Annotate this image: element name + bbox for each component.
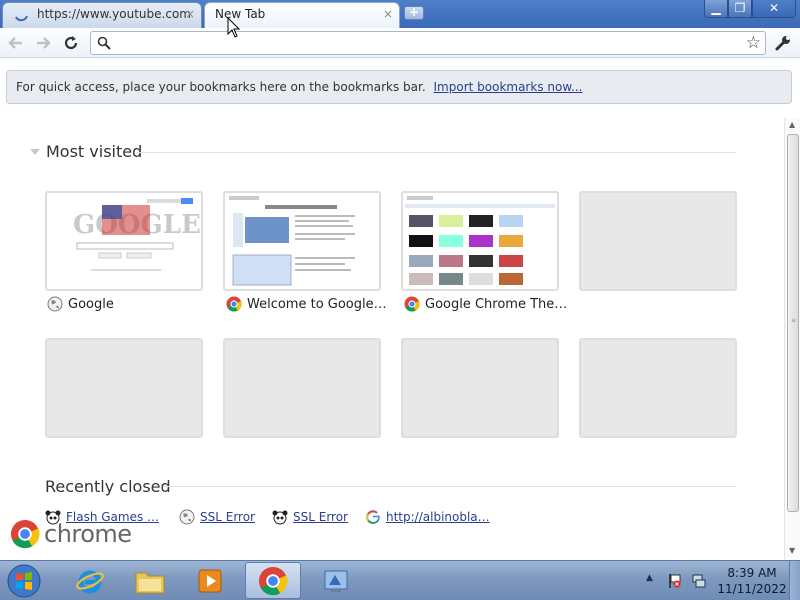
google-g-icon: [366, 510, 380, 524]
minimize-button[interactable]: ▁: [704, 0, 728, 18]
bookmark-promo-text: For quick access, place your bookmarks h…: [16, 80, 426, 94]
reload-button[interactable]: [62, 34, 80, 52]
chrome-icon: [10, 519, 40, 549]
thumbnail-welcome-to-chrome[interactable]: [223, 191, 381, 291]
windows-start-icon[interactable]: [4, 563, 44, 599]
new-tab-button[interactable]: +: [404, 6, 424, 20]
bookmark-star-icon[interactable]: ☆: [746, 33, 761, 53]
google-page-preview: GOOGLE: [47, 193, 201, 289]
chrome-welcome-preview: [225, 193, 379, 289]
thumbnail-google[interactable]: GOOGLE: [45, 191, 203, 291]
forward-button[interactable]: [34, 34, 52, 52]
tile-title-text: Welcome to Google…: [247, 296, 387, 312]
app-icon: [324, 570, 348, 592]
tile-title-text: Google Chrome The…: [425, 296, 568, 312]
action-center-flag-icon[interactable]: [668, 573, 682, 589]
taskbar-chrome[interactable]: [245, 562, 301, 599]
scroll-up-icon[interactable]: ▲: [789, 120, 795, 129]
close-window-button[interactable]: ✕: [752, 0, 796, 18]
recently-closed-item[interactable]: SSL Error: [179, 509, 255, 525]
system-tray: ▲ 8:39 AM 11/11/2022: [640, 561, 800, 600]
recently-closed-link[interactable]: SSL Error: [293, 510, 348, 524]
taskbar-file-explorer[interactable]: [122, 562, 178, 599]
chrome-icon: [258, 566, 288, 595]
thumbnail-empty: [579, 338, 737, 438]
thumbnail-empty: [45, 338, 203, 438]
scrollbar-thumb[interactable]: ≡: [787, 134, 799, 512]
chrome-logo: chrome: [10, 519, 132, 549]
omnibox[interactable]: ☆: [90, 31, 766, 55]
back-arrow-icon: [8, 37, 22, 49]
tab-strip: https://www.youtube.com × New Tab × + ▁ …: [0, 0, 800, 28]
mouse-cursor-icon: [227, 17, 241, 38]
most-visited-title: Most visited: [46, 142, 143, 161]
tab-close-icon[interactable]: ×: [383, 3, 393, 25]
clock-time[interactable]: 8:39 AM: [720, 566, 784, 580]
tile-title-themes[interactable]: Google Chrome The…: [404, 296, 567, 312]
tab-close-icon[interactable]: ×: [185, 3, 195, 25]
folder-icon: [135, 572, 165, 593]
tile-title-google[interactable]: Google: [47, 296, 114, 312]
maximize-button[interactable]: ❐: [728, 0, 752, 18]
tab-title: https://www.youtube.com: [37, 7, 191, 21]
forward-arrow-icon: [37, 37, 51, 49]
chrome-wordmark: chrome: [44, 520, 132, 548]
tile-title-text: Google: [68, 296, 114, 312]
loading-spinner-icon: [15, 15, 28, 22]
clock-date[interactable]: 11/11/2022: [716, 582, 788, 596]
scroll-down-icon[interactable]: ▼: [789, 546, 795, 555]
recently-closed-link[interactable]: SSL Error: [200, 510, 255, 524]
tile-title-welcome[interactable]: Welcome to Google…: [226, 296, 387, 312]
most-visited-header[interactable]: Most visited: [30, 142, 142, 161]
media-player-icon: [198, 569, 222, 592]
section-divider: [136, 152, 736, 153]
address-input[interactable]: [117, 34, 727, 52]
vertical-scrollbar[interactable]: ▲ ≡ ▼: [784, 118, 800, 560]
bookmark-promo-bar: For quick access, place your bookmarks h…: [6, 70, 792, 104]
show-desktop-button[interactable]: [789, 561, 800, 600]
taskbar: ▲ 8:39 AM 11/11/2022: [0, 560, 800, 600]
taskbar-internet-explorer[interactable]: [62, 562, 118, 599]
new-tab-page: Most visited GOOGLE: [0, 112, 784, 560]
chrome-icon: [226, 296, 242, 312]
thumbnail-empty: [223, 338, 381, 438]
panda-icon: [272, 510, 288, 525]
import-bookmarks-link[interactable]: Import bookmarks now...: [434, 80, 583, 94]
back-button[interactable]: [7, 34, 25, 52]
chrome-themes-preview: [403, 193, 557, 289]
globe-icon: [179, 509, 195, 525]
search-icon: [97, 36, 111, 50]
show-hidden-icons-icon[interactable]: ▲: [646, 573, 653, 583]
taskbar-media-player[interactable]: [182, 562, 238, 599]
network-icon[interactable]: [692, 573, 706, 589]
wrench-icon[interactable]: [773, 34, 793, 52]
recently-closed-item[interactable]: http://albinobla…: [365, 509, 490, 525]
chrome-icon: [404, 296, 420, 312]
thumbnail-empty: [579, 191, 737, 291]
grip-icon: ≡: [791, 317, 797, 324]
tab-youtube[interactable]: https://www.youtube.com ×: [2, 2, 202, 28]
recently-closed-item[interactable]: SSL Error: [272, 509, 348, 525]
toolbar: ☆: [0, 28, 800, 58]
recently-closed-link[interactable]: http://albinobla…: [386, 510, 490, 524]
thumbnail-empty: [401, 338, 559, 438]
thumbnail-chrome-themes[interactable]: [401, 191, 559, 291]
recently-closed-title: Recently closed: [45, 477, 171, 496]
collapse-triangle-icon[interactable]: [30, 148, 40, 155]
taskbar-app[interactable]: [308, 562, 364, 599]
reload-icon: [64, 36, 78, 50]
internet-explorer-icon: [76, 570, 104, 593]
section-divider: [164, 486, 736, 487]
globe-icon: [47, 296, 63, 312]
